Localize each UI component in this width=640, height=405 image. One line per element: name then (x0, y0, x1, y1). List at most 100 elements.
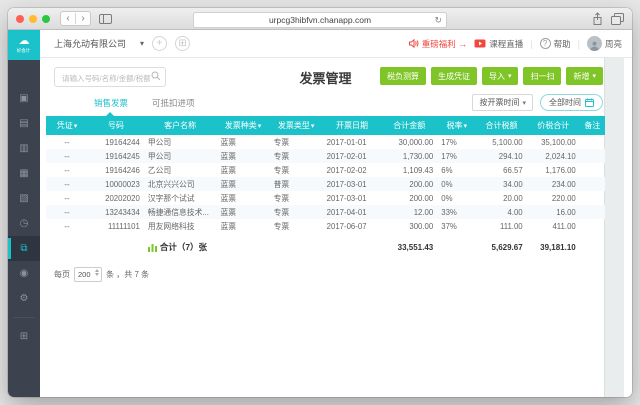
tax-measure-button-label: 税负测算 (387, 71, 419, 82)
summary-count-label: 合计（7）张 (160, 241, 207, 253)
chevron-down-icon: ▾ (522, 99, 526, 107)
per-page-input[interactable]: 200 (74, 267, 102, 282)
table-cell: 畅捷通信息技术... (144, 207, 217, 218)
page-toolbar: 发票管理 税负测算生成凭证导入▾扫一扫新增▾ (46, 58, 605, 94)
column-header[interactable]: 凭证▾ (46, 120, 88, 131)
import-button[interactable]: 导入▾ (482, 67, 519, 85)
add-account-button[interactable]: + (152, 36, 167, 51)
tax-measure-button[interactable]: 税负测算 (380, 67, 426, 85)
company-selector[interactable]: 上海允动有限公司 ▾ (54, 37, 144, 50)
sidebar-toggle-icon[interactable] (99, 14, 112, 24)
app-logo[interactable]: ☁ 好会计 (8, 30, 40, 60)
table-cell: 20.00 (476, 194, 526, 203)
table-cell: -- (46, 222, 88, 231)
table-cell: 甲公司 (144, 137, 217, 148)
voucher-icon: ▤ (19, 118, 28, 129)
time-range-button[interactable]: 全部时间 (540, 94, 603, 111)
column-header[interactable]: 发票种类▾ (216, 120, 269, 131)
generate-voucher-button[interactable]: 生成凭证 (431, 67, 477, 85)
tabs-overview-icon[interactable] (611, 13, 624, 25)
column-header[interactable]: 号码 (88, 120, 144, 131)
add-button-label: 新增 (573, 71, 589, 82)
table-row[interactable]: --10000023北京兴兴公司蓝票普票2017-03-01200.000%34… (46, 177, 605, 191)
app-sidebar: ☁ 好会计 ▣ ▤ ▥ ▦ ▧ ◷⧉◉⚙ ⊞ (8, 30, 40, 397)
sidebar-item-journal[interactable]: ◷ (8, 211, 40, 236)
column-header[interactable]: 合计金额 (381, 120, 437, 131)
table-cell: 1,176.00 (527, 166, 580, 175)
table-cell: 2017-02-01 (323, 152, 382, 161)
header-separator: | (578, 39, 580, 49)
sidebar-item-fund[interactable]: ▧ (8, 186, 40, 211)
table-cell: 蓝票 (216, 193, 269, 204)
per-page-stepper[interactable] (95, 269, 99, 276)
table-cell: 0% (437, 180, 476, 189)
calendar-icon (585, 98, 594, 107)
browser-chrome: ‹ › urpcg3hibfvn.chanapp.com ↻ (8, 8, 632, 30)
close-window-button[interactable] (16, 15, 24, 23)
refresh-icon[interactable]: ↻ (434, 15, 442, 25)
table-cell: -- (46, 138, 88, 147)
header-separator: | (530, 39, 532, 49)
sort-by-date-label: 按开票时间 (479, 97, 519, 108)
live-course-link[interactable]: 课程直播 (474, 38, 523, 50)
add-button[interactable]: 新增▾ (566, 67, 603, 85)
share-icon[interactable] (592, 12, 603, 25)
table-row[interactable]: --11111101用友网络科技蓝票专票2017-06-07300.0037%1… (46, 219, 605, 233)
table-cell: 19164245 (88, 152, 144, 161)
table-row[interactable]: --20202020汉字那个试试蓝票专票2017-03-01200.000%20… (46, 191, 605, 205)
column-header[interactable]: 价税合计 (527, 120, 580, 131)
browser-window: ‹ › urpcg3hibfvn.chanapp.com ↻ ☁ 好会计 ▣ ▤ ▥… (8, 8, 632, 397)
column-header[interactable]: 开票日期 (323, 120, 382, 131)
sidebar-item-salary[interactable]: ◉ (8, 261, 40, 286)
sidebar-item-voucher[interactable]: ▤ (8, 111, 40, 136)
invoice-table: 凭证▾号码客户名称发票种类▾发票类型▾开票日期合计金额税率▾合计税额价税合计备注… (46, 116, 605, 257)
table-cell: 111.00 (476, 222, 526, 231)
user-menu[interactable]: 周亮 (587, 36, 622, 51)
column-header[interactable]: 税率▾ (437, 120, 476, 131)
sidebar-item-invoice[interactable]: ⧉ (8, 236, 40, 261)
sidebar-item-settings[interactable]: ⚙ (8, 286, 40, 311)
table-cell: 66.57 (476, 166, 526, 175)
sort-by-date-button[interactable]: 按开票时间 ▾ (472, 94, 533, 111)
column-header[interactable]: 发票类型▾ (270, 120, 323, 131)
filters: 按开票时间 ▾ 全部时间 (472, 94, 603, 111)
table-cell: 234.00 (527, 180, 580, 189)
summary-cell: 合计（7）张 (144, 241, 217, 253)
table-cell: 2017-06-07 (323, 222, 382, 231)
sidebar-item-apps[interactable]: ⊞ (8, 324, 40, 349)
promo-link[interactable]: 重磅福利 → (409, 38, 468, 50)
tabs-row: 销售发票 可抵扣进项 按开票时间 ▾ 全部时间 (46, 94, 605, 116)
table-row[interactable]: --19164245甲公司蓝票专票2017-02-011,730.0017%29… (46, 149, 605, 163)
scan-button[interactable]: 扫一扫 (523, 67, 561, 85)
table-row[interactable]: --13243434畅捷通信息技术...蓝票专票2017-04-0112.003… (46, 205, 605, 219)
table-cell: 16.00 (527, 208, 580, 217)
column-header[interactable]: 备注 (580, 120, 605, 131)
sidebar-item-ledger[interactable]: ▥ (8, 136, 40, 161)
address-bar[interactable]: urpcg3hibfvn.chanapp.com ↻ (193, 12, 447, 28)
table-row[interactable]: --19164244甲公司蓝票专票2017-01-0130,000.0017%5… (46, 135, 605, 149)
chevron-down-icon: ▾ (592, 72, 596, 80)
fund-icon: ▧ (19, 193, 28, 204)
back-icon[interactable]: ‹ (61, 13, 75, 24)
table-header-row: 凭证▾号码客户名称发票种类▾发票类型▾开票日期合计金额税率▾合计税额价税合计备注 (46, 116, 605, 135)
column-header[interactable]: 客户名称 (144, 120, 217, 131)
sidebar-item-report[interactable]: ▦ (8, 161, 40, 186)
sidebar-item-home[interactable]: ▣ (8, 86, 40, 111)
help-link[interactable]: ? 帮助 (540, 38, 571, 50)
tab-deductible-input[interactable]: 可抵扣进项 (152, 97, 195, 109)
summary-row: 合计（7）张33,551.435,629.6739,181.10 (46, 237, 605, 257)
table-cell: 19164244 (88, 138, 144, 147)
forward-icon[interactable]: › (75, 13, 90, 24)
chevron-down-icon: ▾ (508, 72, 512, 80)
minimize-window-button[interactable] (29, 15, 37, 23)
apps-grid-button[interactable]: ⊞ (175, 36, 190, 51)
zoom-window-button[interactable] (42, 15, 50, 23)
table-cell: 294.10 (476, 152, 526, 161)
tab-sales-invoice[interactable]: 销售发票 (94, 97, 128, 109)
ledger-icon: ▥ (19, 143, 28, 154)
table-cell: 专票 (270, 165, 323, 176)
column-header[interactable]: 合计税额 (476, 120, 526, 131)
table-cell: 2017-01-01 (323, 138, 382, 147)
table-row[interactable]: --19164246乙公司蓝票专票2017-02-021,109.436%66.… (46, 163, 605, 177)
table-cell: 专票 (270, 221, 323, 232)
